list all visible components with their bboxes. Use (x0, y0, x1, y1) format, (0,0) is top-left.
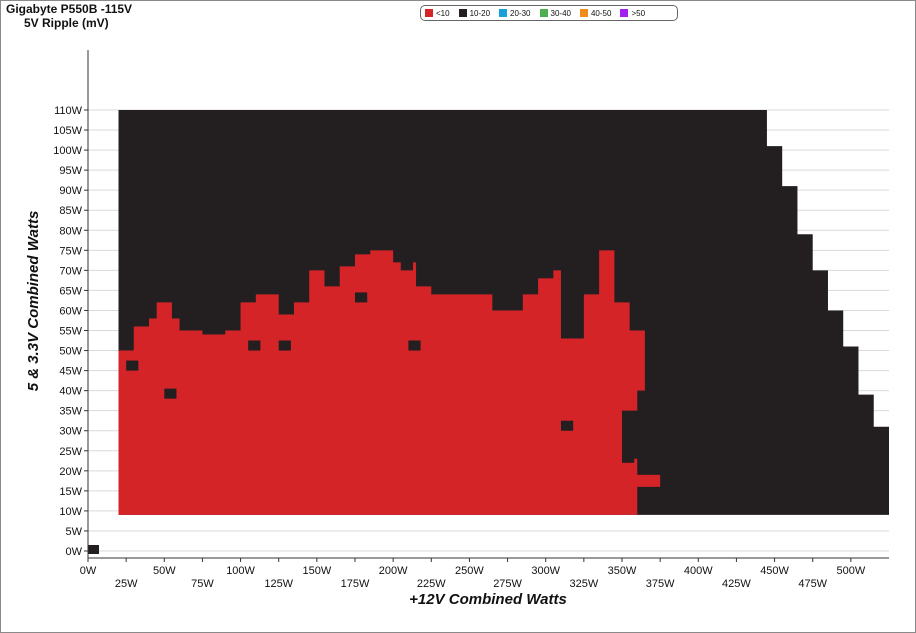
x-tick-label: 125W (264, 578, 293, 590)
x-tick-label: 150W (302, 565, 331, 577)
heatmap-chart: 0W 5W 10W 15W 20W 25W 30W 35W 40W 45W 50W 55W 60W 65W… (25, 50, 889, 608)
y-tick-label: 35W (59, 406, 82, 418)
cell-origin (88, 545, 99, 554)
y-tick-label: 85W (59, 205, 82, 217)
y-tick-label: 5W (66, 526, 83, 538)
x-tick-label: 100W (226, 565, 255, 577)
y-tick-label: 50W (59, 346, 82, 358)
y-tick-label: 60W (59, 305, 82, 317)
x-tick-label: 475W (798, 578, 827, 590)
cell-10-20 (248, 340, 261, 351)
x-tick-label: 425W (722, 578, 751, 590)
y-tick-label: 65W (59, 285, 82, 297)
y-tick-label: 15W (59, 486, 82, 498)
cell-10-20 (355, 292, 368, 303)
x-tick-label: 175W (341, 578, 370, 590)
x-tick-label: 50W (153, 565, 176, 577)
cell-10-20 (164, 388, 177, 399)
x-tick-label: 75W (191, 578, 214, 590)
y-tick-label: 105W (53, 125, 82, 137)
y-tick-label: 0W (66, 546, 83, 558)
x-axis-label: +12V Combined Watts (409, 591, 567, 608)
x-tick-label: 300W (531, 565, 560, 577)
x-tick-label: 375W (646, 578, 675, 590)
y-tick-label: 30W (59, 426, 82, 438)
x-tick-label: 500W (836, 565, 865, 577)
heatmap-cells (88, 110, 889, 554)
y-tick-label: 40W (59, 386, 82, 398)
y-axis-label: 5 & 3.3V Combined Watts (25, 211, 42, 392)
y-tick-label: 70W (59, 265, 82, 277)
x-tick-label: 225W (417, 578, 446, 590)
x-tick-label: 400W (684, 565, 713, 577)
x-tick-label: 25W (115, 578, 138, 590)
x-tick-label: 200W (379, 565, 408, 577)
cell-10-20 (400, 260, 413, 271)
y-tick-label: 90W (59, 185, 82, 197)
y-tick-label: 20W (59, 466, 82, 478)
y-tick-labels: 0W 5W 10W 15W 20W 25W 30W 35W 40W 45W 50W 55W 60W 65W… (53, 105, 88, 558)
y-tick-label: 100W (53, 145, 82, 157)
x-tick-label: 350W (608, 565, 637, 577)
x-tick-label: 275W (493, 578, 522, 590)
x-tick-label: 0W (80, 565, 97, 577)
x-tick-label: 450W (760, 565, 789, 577)
x-tick-label: 250W (455, 565, 484, 577)
y-tick-label: 75W (59, 245, 82, 257)
cell-10-20 (225, 308, 238, 319)
y-tick-label: 55W (59, 326, 82, 338)
y-tick-label: 110W (54, 105, 83, 117)
cell-10-20 (126, 360, 139, 371)
cell-10-20 (622, 452, 635, 463)
y-tick-label: 25W (59, 446, 82, 458)
x-tick-labels: 0W 50W 100W 150W 200W 250W 300W 350W 400W 450W 500… (80, 558, 866, 590)
y-tick-label: 10W (59, 506, 82, 518)
y-tick-label: 80W (59, 225, 82, 237)
cell-10-20 (408, 340, 421, 351)
y-tick-label: 45W (59, 366, 82, 378)
y-tick-label: 95W (59, 165, 82, 177)
cell-10-20 (278, 340, 291, 351)
cell-10-20 (560, 420, 574, 431)
x-tick-label: 325W (569, 578, 598, 590)
